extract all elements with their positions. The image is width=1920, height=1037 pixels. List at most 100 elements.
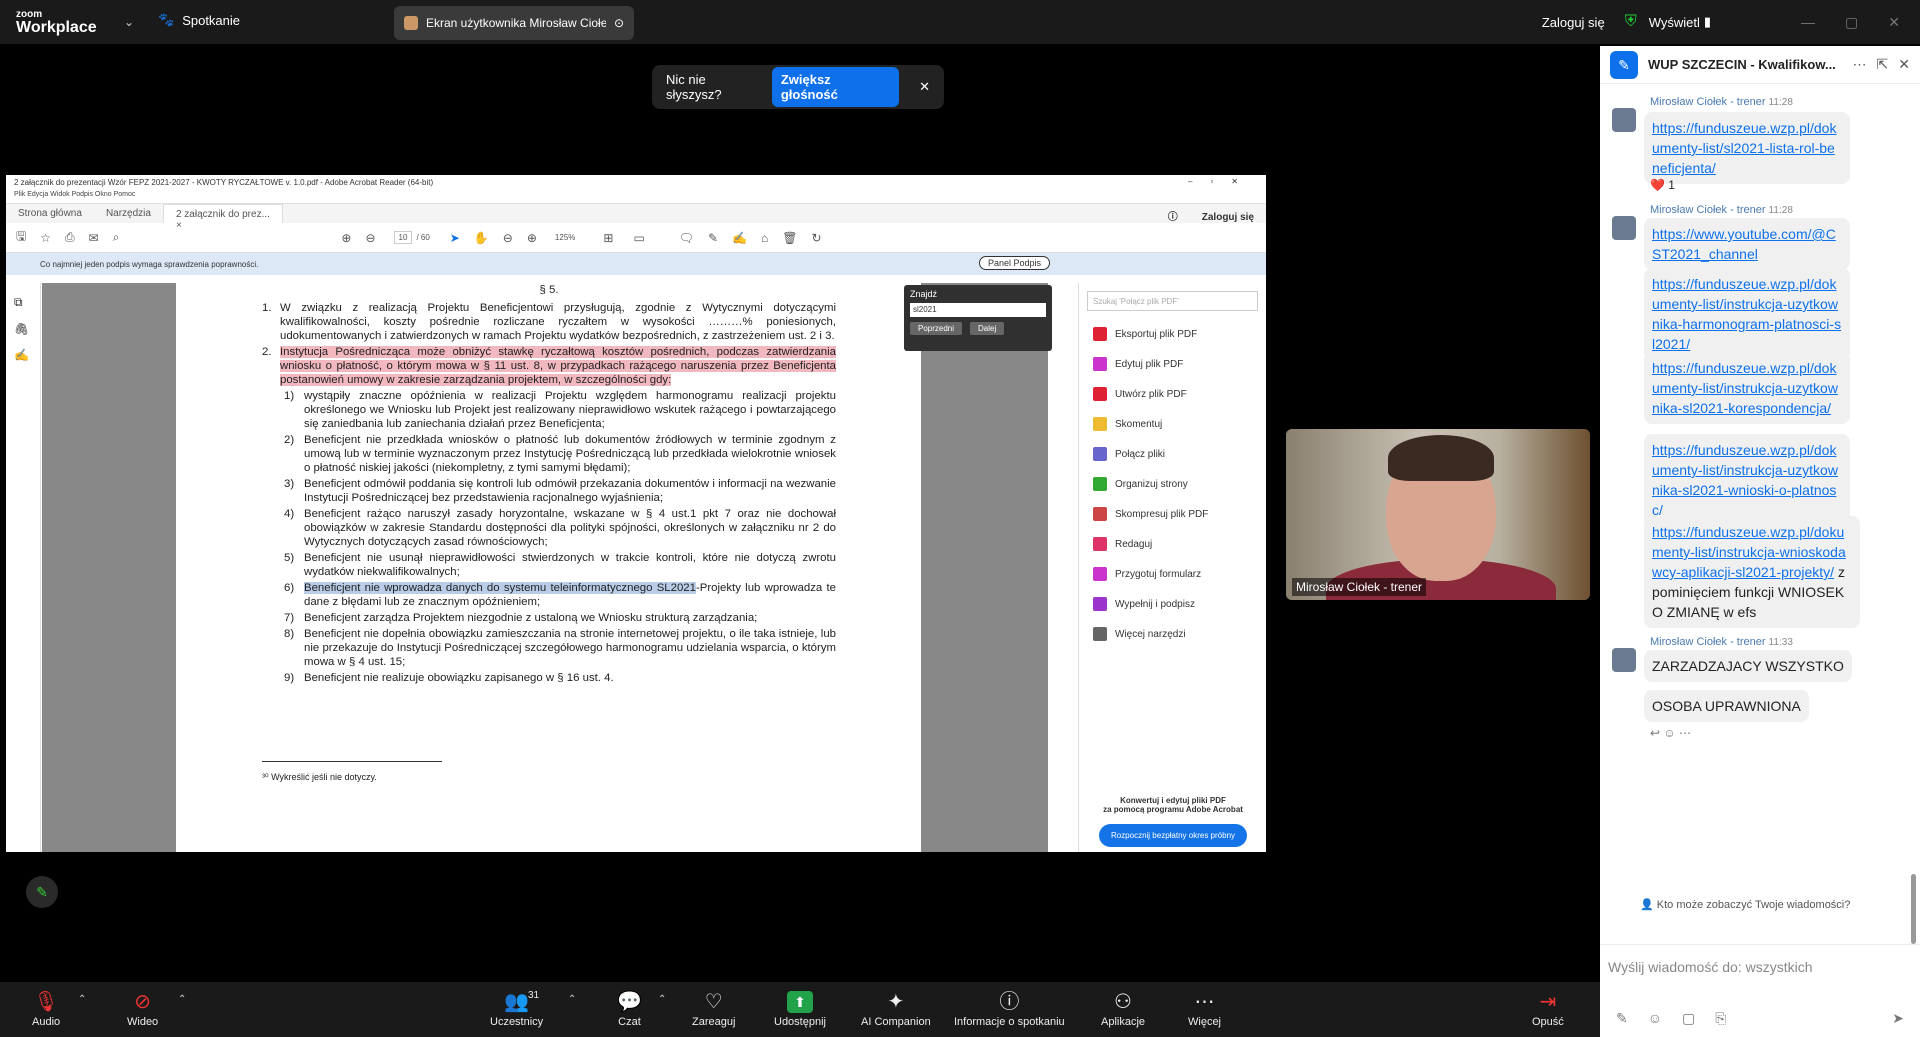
- message-link[interactable]: https://funduszeue.wzp.pl/dokumenty-list…: [1652, 276, 1841, 352]
- more-icon[interactable]: ⊙: [614, 16, 624, 30]
- tab-tools[interactable]: Narzędzia: [94, 204, 163, 223]
- meeting-menu[interactable]: 🐾 Spotkanie: [158, 12, 240, 28]
- pages-icon[interactable]: ⧉: [14, 295, 40, 310]
- page-number-input[interactable]: 10: [393, 231, 413, 244]
- send-icon[interactable]: ➤: [1892, 1010, 1904, 1027]
- sign-icon[interactable]: ✍: [732, 231, 747, 245]
- minimize-icon[interactable]: —: [1801, 14, 1815, 30]
- chat-scrollbar[interactable]: [1911, 874, 1916, 944]
- tool-item[interactable]: Wypełnij i podpisz: [1079, 589, 1266, 619]
- chat-input[interactable]: Wyślij wiadomość do: wszystkich: [1600, 945, 1920, 989]
- zoom-select[interactable]: 125%: [555, 233, 575, 242]
- leave-button[interactable]: ⇥ Opuść: [1532, 988, 1564, 1028]
- comment-icon[interactable]: 🗨: [679, 231, 694, 245]
- pen-icon[interactable]: ✎: [708, 231, 718, 245]
- screenshot-icon[interactable]: ⎘: [1715, 1010, 1726, 1027]
- hand-icon[interactable]: ✋: [474, 231, 489, 245]
- tool-item[interactable]: Połącz pliki: [1079, 439, 1266, 469]
- close-icon[interactable]: ×: [176, 220, 182, 231]
- chat-button[interactable]: 💬 Czat: [617, 988, 642, 1028]
- scan-icon[interactable]: ▭: [633, 231, 644, 245]
- signature-icon[interactable]: ✍: [14, 348, 40, 362]
- chevron-up-icon[interactable]: ⌃: [658, 994, 666, 1005]
- video-tile[interactable]: Mirosław Ciołek - trener: [1286, 429, 1590, 600]
- stamp-icon[interactable]: ⌂: [761, 231, 768, 245]
- message-link[interactable]: https://www.youtube.com/@CST2021_channel: [1652, 226, 1836, 262]
- find-next-button[interactable]: Dalej: [970, 322, 1005, 335]
- login-link[interactable]: Zaloguj się: [1542, 15, 1605, 30]
- close-icon[interactable]: ✕: [919, 79, 930, 95]
- tool-item[interactable]: Organizuj strony: [1079, 469, 1266, 499]
- page-down-icon[interactable]: ⊖: [365, 231, 375, 245]
- print-icon[interactable]: ⎙: [65, 230, 75, 245]
- mail-icon[interactable]: ✉: [89, 231, 99, 245]
- participants-button[interactable]: 👥 Uczestnicy 31: [490, 988, 543, 1028]
- acrobat-menubar[interactable]: Plik Edycja Widok Podpis Okno Pomoc: [6, 191, 1266, 203]
- more-icon[interactable]: ⋯: [1853, 56, 1867, 73]
- compose-icon[interactable]: ✎: [1610, 50, 1638, 79]
- chevron-up-icon[interactable]: ⌃: [78, 994, 86, 1005]
- chevron-up-icon[interactable]: ⌃: [568, 994, 576, 1005]
- meeting-info-button[interactable]: ⓘ Informacje o spotkaniu: [954, 988, 1065, 1028]
- acrobat-login[interactable]: ⓘ Zaloguj się: [1156, 204, 1266, 223]
- message-link[interactable]: https://funduszeue.wzp.pl/dokumenty-list…: [1652, 524, 1846, 580]
- fit-icon[interactable]: ⊞: [603, 231, 613, 245]
- tool-item[interactable]: Więcej narzędzi: [1079, 619, 1266, 649]
- message-link[interactable]: https://funduszeue.wzp.pl/dokumenty-list…: [1652, 442, 1838, 518]
- tool-item[interactable]: Skomentuj: [1079, 409, 1266, 439]
- message-link[interactable]: https://funduszeue.wzp.pl/dokumenty-list…: [1652, 120, 1836, 176]
- more-button[interactable]: ⋯ Więcej: [1188, 988, 1221, 1028]
- save-icon[interactable]: 🖫: [16, 227, 26, 248]
- apps-button[interactable]: ⚇ Aplikacje: [1101, 988, 1145, 1028]
- emoji-icon[interactable]: ☺: [1648, 1010, 1662, 1027]
- window-controls[interactable]: –▫✕: [1188, 177, 1256, 186]
- zoom-out-icon[interactable]: ⊖: [503, 231, 513, 245]
- share-button[interactable]: ⬆ Udostępnij: [774, 988, 826, 1028]
- tool-item[interactable]: Redaguj: [1079, 529, 1266, 559]
- trial-button[interactable]: Rozpocznij bezpłatny okres próbny: [1098, 824, 1248, 847]
- acrobat-tabs: Strona główna Narzędzia 2 załącznik do p…: [6, 203, 1266, 231]
- sign-panel-button[interactable]: Panel Podpis: [978, 256, 1050, 270]
- view-button[interactable]: Wyświetl: [1649, 15, 1700, 30]
- tab-document[interactable]: 2 załącznik do prez... ×: [162, 204, 283, 231]
- format-icon[interactable]: ✎: [1616, 1010, 1628, 1027]
- tool-item[interactable]: Przygotuj formularz: [1079, 559, 1266, 589]
- chevron-down-icon[interactable]: ⌄: [124, 15, 134, 29]
- trash-icon[interactable]: 🗑: [782, 231, 797, 245]
- tab-home[interactable]: Strona główna: [6, 204, 94, 223]
- screen-share-pill[interactable]: Ekran użytkownika Mirosław Ciołek ⊙: [394, 6, 634, 40]
- tools-search-input[interactable]: Szukaj 'Połącz plik PDF': [1087, 291, 1258, 311]
- rotate-icon[interactable]: ↻: [812, 231, 822, 245]
- maximize-icon[interactable]: ▢: [1845, 14, 1858, 31]
- visibility-note[interactable]: 👤 Kto może zobaczyć Twoje wiadomości?: [1640, 898, 1850, 911]
- help-icon[interactable]: ⓘ: [1168, 212, 1178, 223]
- video-button[interactable]: ⊘ Wideo: [127, 988, 158, 1028]
- tool-item[interactable]: Skompresuj plik PDF: [1079, 499, 1266, 529]
- attachment-icon[interactable]: 🖇: [14, 322, 40, 336]
- list-item: 4) Beneficjent rażąco naruszył zasady hor…: [284, 508, 836, 548]
- chevron-up-icon[interactable]: ⌃: [178, 994, 186, 1005]
- file-icon[interactable]: ▢: [1682, 1010, 1695, 1027]
- popout-icon[interactable]: ⇱: [1877, 56, 1889, 73]
- ai-companion-button[interactable]: ✦ AI Companion: [861, 988, 931, 1028]
- increase-volume-button[interactable]: Zwiększ głośność: [771, 67, 900, 107]
- shield-icon[interactable]: ⛨: [1625, 13, 1637, 31]
- star-icon[interactable]: ☆: [40, 231, 51, 245]
- audio-button[interactable]: 🎙 Audio: [32, 988, 60, 1028]
- cursor-icon[interactable]: ➤: [450, 231, 460, 245]
- zoom-in-icon[interactable]: ⊕: [527, 231, 537, 245]
- tool-item[interactable]: Eksportuj plik PDF: [1079, 319, 1266, 349]
- page-up-icon[interactable]: ⊕: [341, 231, 351, 245]
- find-input[interactable]: sl2021: [910, 303, 1046, 317]
- tool-item[interactable]: Edytuj plik PDF: [1079, 349, 1266, 379]
- message-actions[interactable]: ↩ ☺ ⋯: [1650, 726, 1691, 740]
- annotate-icon[interactable]: ✎: [26, 876, 58, 908]
- reaction-badge[interactable]: ❤️ 1: [1650, 178, 1675, 192]
- close-icon[interactable]: ✕: [1898, 56, 1910, 73]
- message-link[interactable]: https://funduszeue.wzp.pl/dokumenty-list…: [1652, 360, 1838, 416]
- tool-item[interactable]: Utwórz plik PDF: [1079, 379, 1266, 409]
- react-button[interactable]: ♡ Zareaguj: [692, 988, 735, 1028]
- find-prev-button[interactable]: Poprzedni: [910, 322, 963, 335]
- search-icon[interactable]: ⌕: [113, 230, 120, 245]
- close-icon[interactable]: ✕: [1888, 14, 1900, 31]
